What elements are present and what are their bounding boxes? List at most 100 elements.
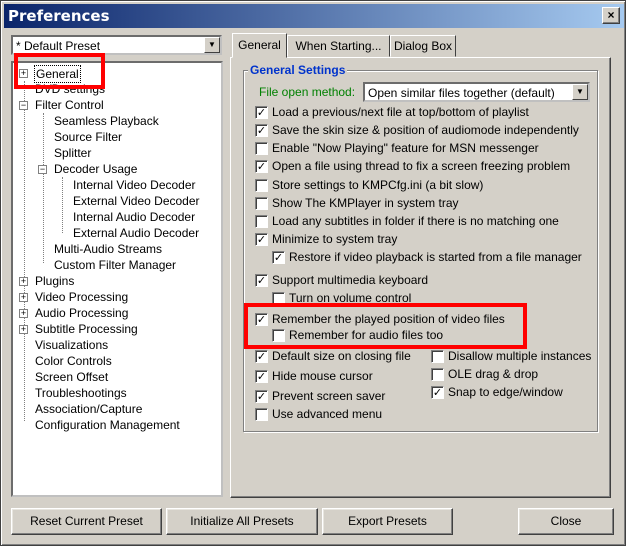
checkbox-label: Hide mouse cursor	[272, 369, 373, 383]
tree-item-label: Multi-Audio Streams	[54, 242, 163, 256]
tab-dialog-box[interactable]: Dialog Box	[390, 35, 456, 57]
tree-item-label: Configuration Management	[35, 418, 180, 432]
tree-item-dvd-settings[interactable]: DVD settings	[34, 81, 106, 97]
tree-item-label: Screen Offset	[35, 370, 109, 384]
checkbox-label: Restore if video playback is started fro…	[289, 250, 582, 264]
checkbox-label: Save the skin size & position of audiomo…	[272, 123, 579, 137]
checkbox-box[interactable]	[255, 197, 268, 210]
checkbox-box[interactable]: ✓	[255, 160, 268, 173]
collapse-icon[interactable]: −	[38, 165, 47, 174]
tree-item-configuration-management[interactable]: Configuration Management	[34, 417, 181, 433]
tree-item-multi-audio-streams[interactable]: Multi-Audio Streams	[53, 241, 163, 257]
checkbox-label: Disallow multiple instances	[448, 349, 592, 363]
tree-item-seamless-playback[interactable]: Seamless Playback	[53, 113, 160, 129]
tree-item-visualizations[interactable]: Visualizations	[34, 337, 109, 353]
tree-item-label: External Audio Decoder	[73, 226, 200, 240]
file-open-method-select[interactable]: Open similar files together (default) ▼	[363, 82, 590, 102]
chevron-down-icon[interactable]: ▼	[204, 37, 220, 53]
tree-item-label: Troubleshootings	[35, 386, 127, 400]
tab-when-starting[interactable]: When Starting...	[287, 35, 390, 57]
tree-item-color-controls[interactable]: Color Controls	[34, 353, 113, 369]
expand-icon[interactable]: +	[19, 293, 28, 302]
tree-item-source-filter[interactable]: Source Filter	[53, 129, 123, 145]
checkbox-label: Enable "Now Playing" feature for MSN mes…	[272, 141, 539, 155]
checkbox-box[interactable]	[431, 350, 444, 363]
checkbox-box[interactable]	[255, 408, 268, 421]
checkbox-box[interactable]	[431, 368, 444, 381]
checkbox-box[interactable]	[255, 215, 268, 228]
tree-item-custom-filter-manager[interactable]: Custom Filter Manager	[53, 257, 177, 273]
collapse-icon[interactable]: −	[19, 101, 28, 110]
tree-item-label: Custom Filter Manager	[54, 258, 177, 272]
checkbox-label: Default size on closing file	[272, 349, 411, 363]
checkbox-label: Turn on volume control	[289, 291, 412, 305]
checkbox-box[interactable]: ✓	[255, 106, 268, 119]
tab-general[interactable]: General	[232, 33, 287, 58]
tree-item-internal-video-decoder[interactable]: Internal Video Decoder	[72, 177, 197, 193]
checkbox-box[interactable]	[255, 179, 268, 192]
tree-item-screen-offset[interactable]: Screen Offset	[34, 369, 109, 385]
tree-item-splitter[interactable]: Splitter	[53, 145, 92, 161]
checkbox-label: Remember the played position of video fi…	[272, 312, 505, 326]
tree-item-association-capture[interactable]: Association/Capture	[34, 401, 143, 417]
checkbox-box[interactable]: ✓	[272, 251, 285, 264]
chevron-down-icon[interactable]: ▼	[572, 84, 588, 100]
checkbox-label: Open a file using thread to fix a screen…	[272, 159, 571, 173]
checkbox-box[interactable]: ✓	[431, 386, 444, 399]
expand-icon[interactable]: +	[19, 325, 28, 334]
tree-item-label: Subtitle Processing	[35, 322, 138, 336]
checkbox-label: Minimize to system tray	[272, 232, 398, 246]
tree-item-label: Internal Audio Decoder	[73, 210, 196, 224]
tree-item-internal-audio-decoder[interactable]: Internal Audio Decoder	[72, 209, 196, 225]
tree-item-label: Source Filter	[54, 130, 123, 144]
checkbox-box[interactable]: ✓	[255, 390, 268, 403]
checkbox-box[interactable]: ✓	[255, 233, 268, 246]
window-title: Preferences	[8, 7, 110, 25]
close-button[interactable]: Close	[518, 508, 614, 535]
settings-tree: + General DVD settings − Filter Control …	[11, 61, 223, 497]
tree-item-label: Audio Processing	[35, 306, 129, 320]
checkbox-box[interactable]: ✓	[255, 274, 268, 287]
checkbox-box[interactable]: ✓	[255, 350, 268, 363]
close-icon[interactable]: ×	[602, 7, 620, 24]
file-open-method-label: File open method:	[259, 85, 356, 99]
tree-item-label: Video Processing	[35, 290, 129, 304]
tree-item-label: Association/Capture	[35, 402, 143, 416]
file-open-method-value: Open similar files together (default)	[368, 86, 555, 100]
tree-item-external-video-decoder[interactable]: External Video Decoder	[72, 193, 201, 209]
reset-current-preset-button[interactable]: Reset Current Preset	[11, 508, 162, 535]
tree-item-label: Visualizations	[35, 338, 109, 352]
tree-item-external-audio-decoder[interactable]: External Audio Decoder	[72, 225, 200, 241]
checkbox-label: Snap to edge/window	[448, 385, 563, 399]
checkbox-label: Use advanced menu	[272, 407, 383, 421]
checkbox-box[interactable]: ✓	[255, 370, 268, 383]
checkbox-box[interactable]: ✓	[255, 124, 268, 137]
checkbox-label: Remember for audio files too	[289, 328, 444, 342]
expand-icon[interactable]: +	[19, 277, 28, 286]
checkbox-label: Support multimedia keyboard	[272, 273, 429, 287]
checkbox-box[interactable]	[255, 142, 268, 155]
checkbox-label: Show The KMPlayer in system tray	[272, 196, 459, 210]
group-title: General Settings	[248, 63, 348, 77]
export-presets-button[interactable]: Export Presets	[322, 508, 453, 535]
checkbox-label: Store settings to KMPCfg.ini (a bit slow…	[272, 178, 484, 192]
checkbox-box[interactable]: ✓	[255, 313, 268, 326]
checkbox-label: Prevent screen saver	[272, 389, 386, 403]
tree-item-label: Filter Control	[35, 98, 104, 112]
title-bar[interactable]: Preferences ×	[4, 4, 624, 28]
preset-value: * Default Preset	[16, 39, 101, 53]
tree-item-label: External Video Decoder	[73, 194, 200, 208]
checkbox-label: OLE drag & drop	[448, 367, 539, 381]
preset-dropdown[interactable]: * Default Preset ▼	[11, 35, 222, 55]
checkbox-box[interactable]	[272, 292, 285, 305]
initialize-all-presets-button[interactable]: Initialize All Presets	[166, 508, 318, 535]
tree-item-label: Decoder Usage	[54, 162, 138, 176]
tree-item-label: Internal Video Decoder	[73, 178, 196, 192]
expand-icon[interactable]: +	[19, 309, 28, 318]
tree-item-label: DVD settings	[35, 82, 106, 96]
tree-item-label: Seamless Playback	[54, 114, 159, 128]
expand-icon[interactable]: +	[19, 69, 28, 78]
checkbox-box[interactable]	[272, 329, 285, 342]
tree-item-troubleshootings[interactable]: Troubleshootings	[34, 385, 128, 401]
checkbox-label: Load any subtitles in folder if there is…	[272, 214, 559, 228]
